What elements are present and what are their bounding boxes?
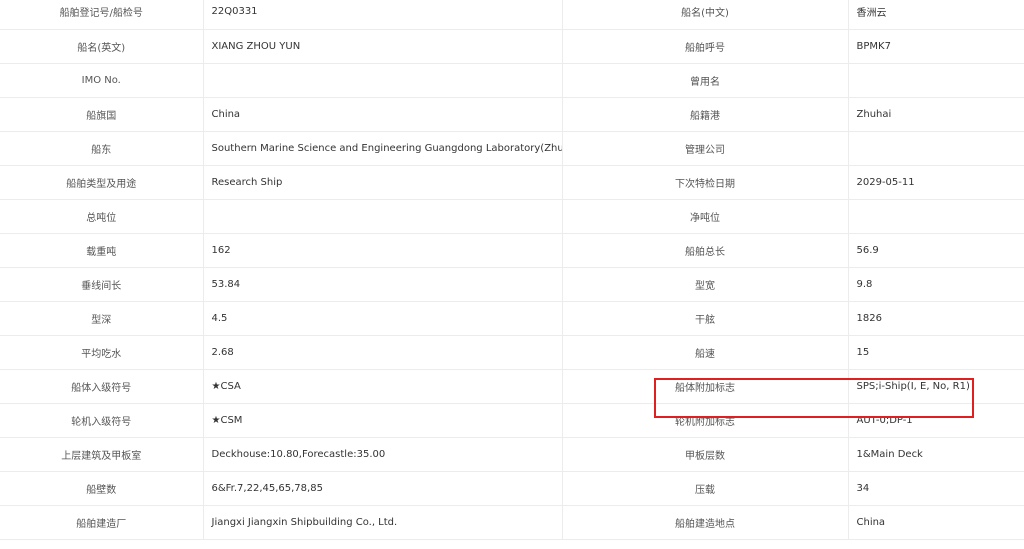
table-row: 船舶建造厂 Jiangxi Jiangxin Shipbuilding Co., … [0,505,1024,540]
table-row: 上层建筑及甲板室 Deckhouse:10.80,Forecastle:35.00… [0,437,1024,472]
field-label-deadweight-left: 载重吨 [0,233,204,268]
table-row: 垂线间长 53.84 型宽 9.8 [0,267,1024,302]
field-value-machinery-class-notation-left: ★CSM [203,403,563,438]
field-label-bulkheads-left: 船壁数 [0,471,204,506]
field-label-length-between-perpendiculars-right: 型宽 [562,267,849,302]
field-value-ship-name-english-left: XIANG ZHOU YUN [203,29,563,64]
field-value-mean-draft-left: 2.68 [203,335,563,370]
table-row: IMO No. 曾用名 [0,63,1024,98]
field-value-hull-class-notation-right: SPS;i-Ship(I, E, No, R1) [848,369,1024,404]
field-value-superstructure-right: 1&Main Deck [848,437,1024,472]
field-value-ship-owner-left: Southern Marine Science and Engineering … [203,131,563,166]
table-row: 总吨位 净吨位 [0,199,1024,234]
field-value-gross-tonnage-left [203,199,563,234]
field-value-moulded-depth-left: 4.5 [203,301,563,336]
table-row: 船舶登记号/船检号 22Q0331 船名(中文) 香洲云 [0,0,1024,30]
field-label-ship-name-english-right: 船舶呼号 [562,29,849,64]
field-value-imo-number-left [203,63,563,98]
field-label-moulded-depth-right: 干舷 [562,301,849,336]
field-value-ship-type-right: 2029-05-11 [848,165,1024,200]
field-label-deadweight-right: 船舶总长 [562,233,849,268]
table-row: 载重吨 162 船舶总长 56.9 [0,233,1024,268]
table-row: 船舶类型及用途 Research Ship 下次特检日期 2029-05-11 [0,165,1024,200]
field-label-flag-state-right: 船籍港 [562,97,849,132]
field-value-deadweight-left: 162 [203,233,563,268]
field-label-superstructure-left: 上层建筑及甲板室 [0,437,204,472]
table-row: 船名(英文) XIANG ZHOU YUN 船舶呼号 BPMK7 [0,29,1024,64]
field-label-hull-class-notation-left: 船体入级符号 [0,369,204,404]
field-label-flag-state-left: 船旗国 [0,97,204,132]
field-value-registration-number-left: 22Q0331 [203,0,563,30]
field-value-machinery-class-notation-right: AUT-0;DP-1 [848,403,1024,438]
table-row: 船体入级符号 ★CSA 船体附加标志 SPS;i-Ship(I, E, No, R1) [0,369,1024,404]
field-value-ship-type-left: Research Ship [203,165,563,200]
field-label-mean-draft-right: 船速 [562,335,849,370]
field-value-deadweight-right: 56.9 [848,233,1024,268]
field-value-length-between-perpendiculars-right: 9.8 [848,267,1024,302]
table-row: 平均吃水 2.68 船速 15 [0,335,1024,370]
field-label-shipbuilder-right: 船舶建造地点 [562,505,849,540]
ship-info-table-container: 船舶登记号/船检号 22Q0331 船名(中文) 香洲云 船名(英文) XIANG ZHO… [0,0,1024,540]
table-row: 船旗国 China 船籍港 Zhuhai [0,97,1024,132]
field-label-machinery-class-notation-left: 轮机入级符号 [0,403,204,438]
field-value-superstructure-left: Deckhouse:10.80,Forecastle:35.00 [203,437,563,472]
field-value-imo-number-right [848,63,1024,98]
ship-info-table: 船舶登记号/船检号 22Q0331 船名(中文) 香洲云 船名(英文) XIANG ZHO… [0,0,1024,540]
field-value-length-between-perpendiculars-left: 53.84 [203,267,563,302]
field-label-ship-name-english-left: 船名(英文) [0,29,204,64]
field-label-registration-number-right: 船名(中文) [562,0,849,30]
field-label-ship-type-right: 下次特检日期 [562,165,849,200]
field-label-bulkheads-right: 压载 [562,471,849,506]
field-label-hull-class-notation-right: 船体附加标志 [562,369,849,404]
field-value-bulkheads-left: 6&Fr.7,22,45,65,78,85 [203,471,563,506]
field-value-shipbuilder-left: Jiangxi Jiangxin Shipbuilding Co., Ltd. [203,505,563,540]
field-value-gross-tonnage-right [848,199,1024,234]
field-label-imo-number-left: IMO No. [0,63,204,98]
field-label-registration-number-left: 船舶登记号/船检号 [0,0,204,30]
field-label-ship-owner-right: 管理公司 [562,131,849,166]
field-value-moulded-depth-right: 1826 [848,301,1024,336]
field-label-moulded-depth-left: 型深 [0,301,204,336]
table-row: 船壁数 6&Fr.7,22,45,65,78,85 压载 34 [0,471,1024,506]
table-row: 轮机入级符号 ★CSM 轮机附加标志 AUT-0;DP-1 [0,403,1024,438]
field-label-length-between-perpendiculars-left: 垂线间长 [0,267,204,302]
field-value-ship-name-english-right: BPMK7 [848,29,1024,64]
field-label-imo-number-right: 曾用名 [562,63,849,98]
field-value-flag-state-left: China [203,97,563,132]
field-label-gross-tonnage-left: 总吨位 [0,199,204,234]
field-value-hull-class-notation-left: ★CSA [203,369,563,404]
field-value-mean-draft-right: 15 [848,335,1024,370]
field-value-ship-owner-right [848,131,1024,166]
field-label-shipbuilder-left: 船舶建造厂 [0,505,204,540]
field-label-superstructure-right: 甲板层数 [562,437,849,472]
field-label-mean-draft-left: 平均吃水 [0,335,204,370]
field-value-bulkheads-right: 34 [848,471,1024,506]
field-label-gross-tonnage-right: 净吨位 [562,199,849,234]
table-row: 船东 Southern Marine Science and Engineerin… [0,131,1024,166]
ship-info-table-body: 船舶登记号/船检号 22Q0331 船名(中文) 香洲云 船名(英文) XIANG ZHO… [0,0,1024,540]
field-value-shipbuilder-right: China [848,505,1024,540]
field-label-machinery-class-notation-right: 轮机附加标志 [562,403,849,438]
table-row: 型深 4.5 干舷 1826 [0,301,1024,336]
field-label-ship-type-left: 船舶类型及用途 [0,165,204,200]
field-value-registration-number-right: 香洲云 [848,0,1024,30]
field-label-ship-owner-left: 船东 [0,131,204,166]
field-value-flag-state-right: Zhuhai [848,97,1024,132]
